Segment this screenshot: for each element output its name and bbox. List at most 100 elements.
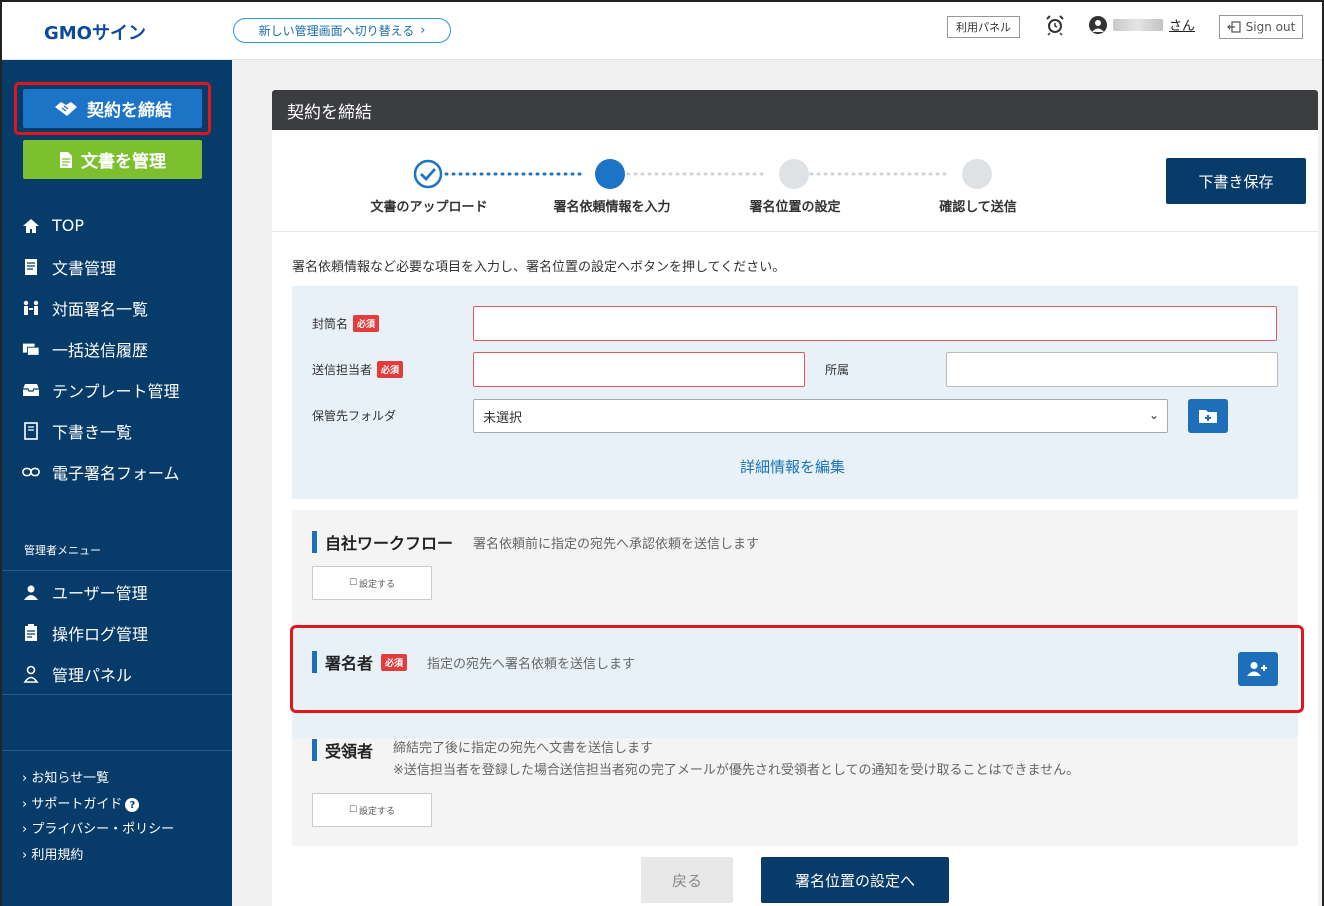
home-icon [22,218,40,234]
envelope-name-label: 封筒名 必須 [312,315,380,332]
nav-drafts[interactable]: 下書き一覧 [2,410,232,451]
back-button[interactable]: 戻る [641,857,733,903]
recipient-title: 受領者 [325,742,374,761]
footer-links: › お知らせ一覧 › サポートガイド? › プライバシー・ポリシー › 利用規約 [22,766,174,868]
template-icon [22,383,40,397]
folder-select[interactable]: 未選択 ⌄ [473,399,1168,433]
workflow-set-button[interactable]: ☐ 設定する [312,566,432,600]
nav-templates-label: テンプレート管理 [52,381,180,401]
step-label-input: 署名依頼情報を入力 [553,200,671,215]
footer-link-support[interactable]: › サポートガイド? [22,792,174,818]
switch-label: 新しい管理画面へ切り替える [258,24,415,38]
save-draft-button[interactable]: 下書き保存 [1166,158,1306,204]
link-icon [22,466,40,478]
alarm-clock-icon[interactable] [1044,14,1066,36]
user-suffix: さん [1169,19,1196,34]
sign-out-label: Sign out [1245,20,1296,34]
department-input[interactable] [946,352,1278,387]
checkbox-icon: ☐ [348,578,358,588]
step-pending-dot [779,159,809,189]
step-label-upload: 文書のアップロード [370,200,488,215]
add-folder-button[interactable] [1188,399,1228,433]
sender-input[interactable] [473,352,805,387]
next-position-button[interactable]: 署名位置の設定へ [761,857,949,903]
avatar-icon [1089,15,1107,34]
nav-e-sign-form[interactable]: 電子署名フォーム [2,451,232,492]
footer-link-privacy[interactable]: › プライバシー・ポリシー [22,817,174,843]
nav-documents-label: 文書管理 [52,258,117,278]
nav-templates[interactable]: テンプレート管理 [2,369,232,410]
manage-documents-label: 文書を管理 [81,152,166,172]
contract-button-label: 契約を締結 [87,101,172,121]
nav-user-management[interactable]: ユーザー管理 [2,571,232,612]
footer-privacy-label: プライバシー・ポリシー [31,822,175,837]
nav-operation-log[interactable]: 操作ログ管理 [2,612,232,653]
instruction-text: 署名依頼情報など必要な項目を入力し、署名位置の設定へボタンを押してください。 [292,260,786,275]
nav-admin-panel[interactable]: 管理パネル [2,653,232,694]
recipient-heading: 受領者 締結完了後に指定の宛先へ文書を送信します ※送信担当者を登録した場合送信… [312,738,1079,782]
page-title: 契約を締結 [272,90,1318,130]
recipient-description: 締結完了後に指定の宛先へ文書を送信します ※送信担当者を登録した場合送信担当者宛… [393,738,1079,782]
main-content: 契約を締結 文書のアップロード 署名依頼情報を入力 署名位置の設定 確認して送信… [232,60,1322,906]
signer-highlight-box [290,625,1304,713]
switch-admin-ui-button[interactable]: 新しい管理画面へ切り替える › [233,18,451,43]
envelope-name-input[interactable] [473,306,1277,341]
recipient-set-button[interactable]: ☐ 設定する [312,793,432,827]
footer-support-label: サポートガイド [31,796,123,812]
nav-drafts-label: 下書き一覧 [52,422,133,442]
user-menu[interactable]: さん [1089,15,1195,34]
nav-top[interactable]: TOP [2,205,232,246]
workflow-description: 署名依頼前に指定の宛先へ承認依頼を送信します [473,536,760,552]
folder-plus-icon [1199,410,1217,423]
divider [2,750,232,751]
nav-bulk-send[interactable]: 一括送信履歴 [2,328,232,369]
recipient-set-label: 設定する [359,806,396,817]
chevron-right-icon: › [22,822,28,837]
gmo-sign-logo[interactable]: GMOサイン [44,19,146,45]
envelope-form: 封筒名 必須 送信担当者 必須 所属 保管先フォルダ 未選択 ⌄ 詳細情報を編集 [292,286,1298,499]
redacted-username [1113,18,1163,31]
document-icon [22,258,40,276]
nav-face-to-face[interactable]: 対面署名一覧 [2,287,232,328]
chevron-down-icon: ⌄ [1148,408,1159,422]
step-pending-dot [962,159,992,189]
required-badge: 必須 [353,315,380,332]
department-label: 所属 [825,363,850,377]
manage-documents-button[interactable]: 文書を管理 [23,140,202,179]
chevron-right-icon: › [420,23,426,38]
footer-news-label: お知らせ一覧 [31,771,110,786]
workflow-set-label: 設定する [359,579,396,590]
nav-operation-log-label: 操作ログ管理 [52,624,149,644]
top-header: GMOサイン 新しい管理画面へ切り替える › 利用パネル さん Sign out [2,2,1322,60]
workflow-title: 自社ワークフロー [325,534,454,553]
divider [2,694,232,695]
usage-panel-button[interactable]: 利用パネル [947,16,1020,38]
recipient-desc-line-1: 締結完了後に指定の宛先へ文書を送信します [393,741,654,756]
edit-detail-link[interactable]: 詳細情報を編集 [740,456,845,477]
step-current-dot [595,159,625,189]
sign-out-button[interactable]: Sign out [1219,15,1303,39]
contract-button[interactable]: 契約を締結 [23,89,202,128]
stepper-track [444,172,951,176]
checkbox-icon: ☐ [348,805,358,815]
handshake-icon [55,101,77,116]
help-icon: ? [125,798,140,813]
chevron-right-icon: › [22,796,28,812]
footer-link-terms[interactable]: › 利用規約 [22,843,174,869]
footer-link-news[interactable]: › お知らせ一覧 [22,766,174,792]
nav-user-management-label: ユーザー管理 [52,583,148,603]
progress-stepper [272,130,1318,232]
folder-select-value: 未選択 [483,410,523,426]
main-nav: TOP 文書管理 対面署名一覧 一括送信履歴 テンプレート管理 下書き一覧 電子… [2,205,232,492]
sender-label: 送信担当者 必須 [312,361,404,378]
folder-label: 保管先フォルダ [312,409,397,423]
section-bar [312,531,317,553]
face-to-face-icon [22,299,40,317]
nav-admin-panel-label: 管理パネル [52,665,133,685]
nav-documents[interactable]: 文書管理 [2,246,232,287]
sender-text: 送信担当者 [312,363,373,377]
chevron-right-icon: › [22,771,28,786]
log-icon [22,623,40,642]
document-icon [60,151,72,168]
step-label-position: 署名位置の設定 [749,200,841,215]
